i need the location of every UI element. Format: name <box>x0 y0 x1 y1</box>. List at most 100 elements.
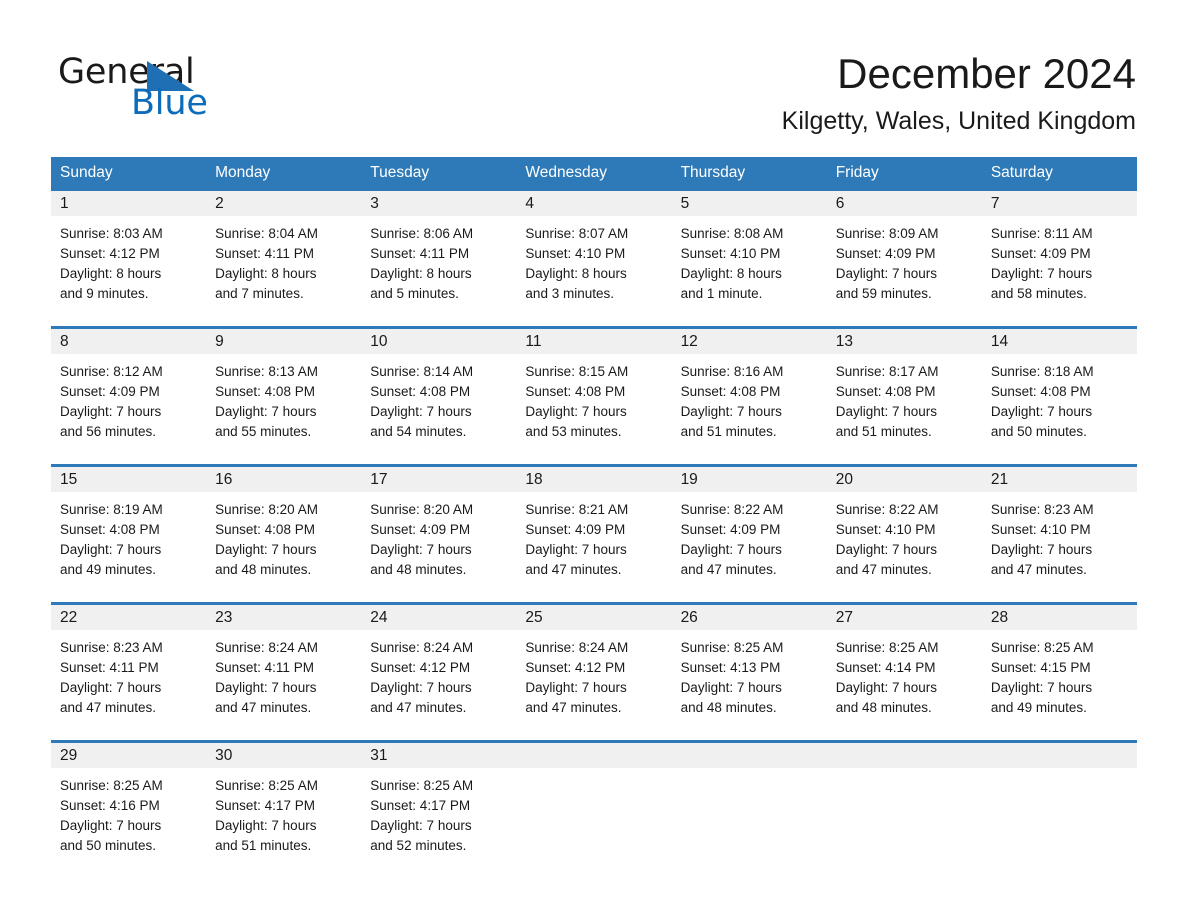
day-cell-empty <box>827 768 982 878</box>
sunset-text: Sunset: 4:15 PM <box>990 660 1091 675</box>
sunset-text: Sunset: 4:17 PM <box>215 798 315 813</box>
day-number[interactable]: 17 <box>361 467 516 492</box>
daylight-text-line1: Daylight: 7 hours <box>990 542 1093 557</box>
day-cell[interactable]: Sunrise: 8:25 AM Sunset: 4:13 PM Dayligh… <box>672 630 827 740</box>
week-number-band: 1 2 3 4 5 6 7 <box>51 191 1137 216</box>
day-number[interactable]: 2 <box>206 191 361 216</box>
day-cell[interactable]: Sunrise: 8:12 AM Sunset: 4:09 PM Dayligh… <box>51 354 206 464</box>
day-number-empty <box>982 743 1137 768</box>
sunrise-text: Sunrise: 8:09 AM <box>835 226 939 241</box>
sunset-text: Sunset: 4:08 PM <box>60 522 160 537</box>
day-number[interactable]: 1 <box>51 191 206 216</box>
sunrise-text: Sunrise: 8:24 AM <box>215 640 318 655</box>
day-number[interactable]: 15 <box>51 467 206 492</box>
day-number[interactable]: 9 <box>206 329 361 354</box>
day-cell[interactable]: Sunrise: 8:21 AM Sunset: 4:09 PM Dayligh… <box>516 492 671 602</box>
day-number[interactable]: 22 <box>51 605 206 630</box>
day-cell[interactable]: Sunrise: 8:09 AM Sunset: 4:09 PM Dayligh… <box>827 216 982 326</box>
daylight-text-line1: Daylight: 7 hours <box>215 542 317 557</box>
day-number[interactable]: 13 <box>827 329 982 354</box>
day-cell[interactable]: Sunrise: 8:18 AM Sunset: 4:08 PM Dayligh… <box>982 354 1137 464</box>
daylight-text-line2: and 48 minutes. <box>370 562 467 577</box>
day-number[interactable]: 10 <box>361 329 516 354</box>
day-cell-empty <box>672 768 827 878</box>
day-cell[interactable]: Sunrise: 8:07 AM Sunset: 4:10 PM Dayligh… <box>516 216 671 326</box>
day-cell[interactable]: Sunrise: 8:03 AM Sunset: 4:12 PM Dayligh… <box>51 216 206 326</box>
day-number[interactable]: 18 <box>516 467 671 492</box>
day-cell[interactable]: Sunrise: 8:24 AM Sunset: 4:12 PM Dayligh… <box>361 630 516 740</box>
day-number[interactable]: 30 <box>206 743 361 768</box>
day-number[interactable]: 25 <box>516 605 671 630</box>
sunset-text: Sunset: 4:08 PM <box>215 384 315 399</box>
day-number[interactable]: 31 <box>361 743 516 768</box>
day-cell[interactable]: Sunrise: 8:22 AM Sunset: 4:09 PM Dayligh… <box>672 492 827 602</box>
daylight-text-line1: Daylight: 7 hours <box>525 404 627 419</box>
daylight-text-line1: Daylight: 7 hours <box>990 266 1093 281</box>
day-cell[interactable]: Sunrise: 8:24 AM Sunset: 4:12 PM Dayligh… <box>516 630 671 740</box>
day-cell[interactable]: Sunrise: 8:20 AM Sunset: 4:08 PM Dayligh… <box>206 492 361 602</box>
daylight-text-line2: and 47 minutes. <box>215 700 312 715</box>
day-cell[interactable]: Sunrise: 8:25 AM Sunset: 4:14 PM Dayligh… <box>827 630 982 740</box>
weekday-header-friday: Friday <box>835 164 879 181</box>
day-cell[interactable]: Sunrise: 8:22 AM Sunset: 4:10 PM Dayligh… <box>827 492 982 602</box>
daylight-text-line2: and 51 minutes. <box>835 424 932 439</box>
day-number[interactable]: 20 <box>827 467 982 492</box>
day-cell[interactable]: Sunrise: 8:23 AM Sunset: 4:11 PM Dayligh… <box>51 630 206 740</box>
weekday-header-thursday: Thursday <box>680 164 746 181</box>
daylight-text-line2: and 5 minutes. <box>370 286 459 301</box>
day-number[interactable]: 14 <box>982 329 1137 354</box>
day-cell-empty <box>516 768 671 878</box>
day-cell[interactable]: Sunrise: 8:24 AM Sunset: 4:11 PM Dayligh… <box>206 630 361 740</box>
day-number[interactable]: 8 <box>51 329 206 354</box>
calendar-grid: Sunday Monday Tuesday Wednesday Thursday… <box>51 157 1137 878</box>
day-cell[interactable]: Sunrise: 8:23 AM Sunset: 4:10 PM Dayligh… <box>982 492 1137 602</box>
day-number[interactable]: 4 <box>516 191 671 216</box>
day-number[interactable]: 19 <box>672 467 827 492</box>
day-number[interactable]: 28 <box>982 605 1137 630</box>
day-cell[interactable]: Sunrise: 8:20 AM Sunset: 4:09 PM Dayligh… <box>361 492 516 602</box>
sunset-text: Sunset: 4:12 PM <box>370 660 471 675</box>
day-cell[interactable]: Sunrise: 8:08 AM Sunset: 4:10 PM Dayligh… <box>672 216 827 326</box>
daylight-text-line2: and 51 minutes. <box>680 424 777 439</box>
day-cell[interactable]: Sunrise: 8:13 AM Sunset: 4:08 PM Dayligh… <box>206 354 361 464</box>
sunrise-text: Sunrise: 8:23 AM <box>60 640 163 655</box>
day-number[interactable]: 23 <box>206 605 361 630</box>
sunrise-text: Sunrise: 8:25 AM <box>60 778 163 793</box>
day-number[interactable]: 29 <box>51 743 206 768</box>
day-cell[interactable]: Sunrise: 8:14 AM Sunset: 4:08 PM Dayligh… <box>361 354 516 464</box>
day-number[interactable]: 3 <box>361 191 516 216</box>
daylight-text-line1: Daylight: 7 hours <box>370 542 472 557</box>
day-cell[interactable]: Sunrise: 8:25 AM Sunset: 4:16 PM Dayligh… <box>51 768 206 878</box>
day-number[interactable]: 26 <box>672 605 827 630</box>
day-number[interactable]: 11 <box>516 329 671 354</box>
day-number[interactable]: 6 <box>827 191 982 216</box>
day-number[interactable]: 5 <box>672 191 827 216</box>
day-cell[interactable]: Sunrise: 8:16 AM Sunset: 4:08 PM Dayligh… <box>672 354 827 464</box>
sunrise-text: Sunrise: 8:06 AM <box>370 226 474 241</box>
title-block: December 2024 Kilgetty, Wales, United Ki… <box>782 48 1136 136</box>
daylight-text-line1: Daylight: 8 hours <box>215 266 317 281</box>
day-number[interactable]: 12 <box>672 329 827 354</box>
day-number[interactable]: 27 <box>827 605 982 630</box>
daylight-text-line2: and 7 minutes. <box>215 286 304 301</box>
day-number[interactable]: 21 <box>982 467 1137 492</box>
weekday-header-wednesday: Wednesday <box>525 164 607 181</box>
day-cell[interactable]: Sunrise: 8:19 AM Sunset: 4:08 PM Dayligh… <box>51 492 206 602</box>
day-cell[interactable]: Sunrise: 8:25 AM Sunset: 4:17 PM Dayligh… <box>206 768 361 878</box>
daylight-text-line2: and 48 minutes. <box>215 562 312 577</box>
day-cell[interactable]: Sunrise: 8:25 AM Sunset: 4:17 PM Dayligh… <box>361 768 516 878</box>
day-cell[interactable]: Sunrise: 8:11 AM Sunset: 4:09 PM Dayligh… <box>982 216 1137 326</box>
day-cell[interactable]: Sunrise: 8:25 AM Sunset: 4:15 PM Dayligh… <box>982 630 1137 740</box>
day-number[interactable]: 16 <box>206 467 361 492</box>
daylight-text-line2: and 52 minutes. <box>370 838 467 853</box>
sunrise-text: Sunrise: 8:11 AM <box>990 226 1093 241</box>
day-number[interactable]: 7 <box>982 191 1137 216</box>
day-cell[interactable]: Sunrise: 8:06 AM Sunset: 4:11 PM Dayligh… <box>361 216 516 326</box>
sunrise-text: Sunrise: 8:16 AM <box>680 364 784 379</box>
day-cell[interactable]: Sunrise: 8:17 AM Sunset: 4:08 PM Dayligh… <box>827 354 982 464</box>
day-cell[interactable]: Sunrise: 8:04 AM Sunset: 4:11 PM Dayligh… <box>206 216 361 326</box>
day-number[interactable]: 24 <box>361 605 516 630</box>
day-cell[interactable]: Sunrise: 8:15 AM Sunset: 4:08 PM Dayligh… <box>516 354 671 464</box>
sunset-text: Sunset: 4:09 PM <box>370 522 471 537</box>
sunrise-text: Sunrise: 8:14 AM <box>370 364 474 379</box>
